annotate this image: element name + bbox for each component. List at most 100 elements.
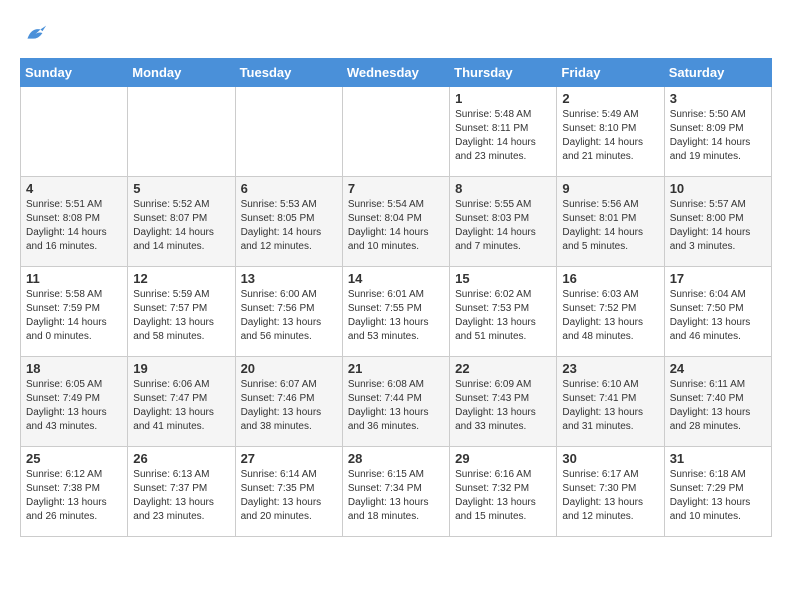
calendar-cell: 17Sunrise: 6:04 AM Sunset: 7:50 PM Dayli…: [664, 267, 771, 357]
day-number: 25: [26, 451, 122, 466]
weekday-header-monday: Monday: [128, 59, 235, 87]
day-number: 27: [241, 451, 337, 466]
calendar-cell: 3 Sunrise: 5:50 AM Sunset: 8:09 PM Daylig…: [664, 87, 771, 177]
calendar-cell: 30 Sunrise: 6:17 AM Sunset: 7:30 PM Dayli…: [557, 447, 664, 537]
calendar-cell: 4 Sunrise: 5:51 AM Sunset: 8:08 PM Daylig…: [21, 177, 128, 267]
calendar-cell: 19 Sunrise: 6:06 AM Sunset: 7:47 PM Dayli…: [128, 357, 235, 447]
day-number: 9: [562, 181, 658, 196]
calendar-cell: 1 Sunrise: 5:48 AM Sunset: 8:11 PM Daylig…: [450, 87, 557, 177]
day-info: Sunrise: 6:07 AM Sunset: 7:46 PM Dayligh…: [241, 378, 337, 434]
day-info: Sunrise: 5:59 AM Sunset: 7:57 PM Dayligh…: [133, 288, 229, 344]
day-number: 19: [133, 361, 229, 376]
day-info: Sunrise: 5:51 AM Sunset: 8:08 PM Dayligh…: [26, 198, 122, 254]
calendar-cell: 26 Sunrise: 6:13 AM Sunset: 7:37 PM Dayli…: [128, 447, 235, 537]
day-number: 11: [26, 271, 122, 286]
day-info: Sunrise: 5:48 AM Sunset: 8:11 PM Dayligh…: [455, 108, 551, 164]
day-info: Sunrise: 6:18 AM Sunset: 7:29 PM Dayligh…: [670, 468, 766, 524]
day-number: 1: [455, 91, 551, 106]
calendar-week-5: 25 Sunrise: 6:12 AM Sunset: 7:38 PM Dayli…: [21, 447, 772, 537]
calendar-cell: 20 Sunrise: 6:07 AM Sunset: 7:46 PM Dayli…: [235, 357, 342, 447]
calendar-cell: 28 Sunrise: 6:15 AM Sunset: 7:34 PM Dayli…: [342, 447, 449, 537]
day-number: 17: [670, 271, 766, 286]
calendar-week-3: 11Sunrise: 5:58 AM Sunset: 7:59 PM Dayli…: [21, 267, 772, 357]
day-info: Sunrise: 5:52 AM Sunset: 8:07 PM Dayligh…: [133, 198, 229, 254]
page-header: [20, 20, 772, 48]
day-info: Sunrise: 6:10 AM Sunset: 7:41 PM Dayligh…: [562, 378, 658, 434]
day-number: 31: [670, 451, 766, 466]
logo: [20, 20, 52, 48]
day-info: Sunrise: 6:09 AM Sunset: 7:43 PM Dayligh…: [455, 378, 551, 434]
day-number: 29: [455, 451, 551, 466]
day-number: 13: [241, 271, 337, 286]
day-info: Sunrise: 5:57 AM Sunset: 8:00 PM Dayligh…: [670, 198, 766, 254]
logo-icon: [20, 20, 48, 48]
day-number: 26: [133, 451, 229, 466]
day-number: 20: [241, 361, 337, 376]
calendar-week-2: 4 Sunrise: 5:51 AM Sunset: 8:08 PM Daylig…: [21, 177, 772, 267]
calendar-cell: 7Sunrise: 5:54 AM Sunset: 8:04 PM Daylig…: [342, 177, 449, 267]
calendar-cell: 25 Sunrise: 6:12 AM Sunset: 7:38 PM Dayli…: [21, 447, 128, 537]
day-info: Sunrise: 6:12 AM Sunset: 7:38 PM Dayligh…: [26, 468, 122, 524]
day-number: 16: [562, 271, 658, 286]
day-info: Sunrise: 6:03 AM Sunset: 7:52 PM Dayligh…: [562, 288, 658, 344]
day-number: 15: [455, 271, 551, 286]
day-number: 7: [348, 181, 444, 196]
calendar-cell: 23 Sunrise: 6:10 AM Sunset: 7:41 PM Dayli…: [557, 357, 664, 447]
calendar-cell: 14 Sunrise: 6:01 AM Sunset: 7:55 PM Dayli…: [342, 267, 449, 357]
day-number: 5: [133, 181, 229, 196]
day-number: 22: [455, 361, 551, 376]
calendar-cell: 18 Sunrise: 6:05 AM Sunset: 7:49 PM Dayli…: [21, 357, 128, 447]
day-info: Sunrise: 6:06 AM Sunset: 7:47 PM Dayligh…: [133, 378, 229, 434]
calendar-week-4: 18 Sunrise: 6:05 AM Sunset: 7:49 PM Dayli…: [21, 357, 772, 447]
day-number: 30: [562, 451, 658, 466]
day-info: Sunrise: 6:16 AM Sunset: 7:32 PM Dayligh…: [455, 468, 551, 524]
weekday-header-friday: Friday: [557, 59, 664, 87]
weekday-header-wednesday: Wednesday: [342, 59, 449, 87]
calendar-table: SundayMondayTuesdayWednesdayThursdayFrid…: [20, 58, 772, 537]
day-info: Sunrise: 5:50 AM Sunset: 8:09 PM Dayligh…: [670, 108, 766, 164]
day-info: Sunrise: 6:14 AM Sunset: 7:35 PM Dayligh…: [241, 468, 337, 524]
day-info: Sunrise: 6:15 AM Sunset: 7:34 PM Dayligh…: [348, 468, 444, 524]
day-info: Sunrise: 6:11 AM Sunset: 7:40 PM Dayligh…: [670, 378, 766, 434]
day-info: Sunrise: 6:13 AM Sunset: 7:37 PM Dayligh…: [133, 468, 229, 524]
day-info: Sunrise: 5:53 AM Sunset: 8:05 PM Dayligh…: [241, 198, 337, 254]
weekday-header-saturday: Saturday: [664, 59, 771, 87]
day-number: 18: [26, 361, 122, 376]
day-number: 14: [348, 271, 444, 286]
weekday-header-tuesday: Tuesday: [235, 59, 342, 87]
day-number: 12: [133, 271, 229, 286]
calendar-cell: [235, 87, 342, 177]
day-info: Sunrise: 6:08 AM Sunset: 7:44 PM Dayligh…: [348, 378, 444, 434]
day-info: Sunrise: 6:01 AM Sunset: 7:55 PM Dayligh…: [348, 288, 444, 344]
calendar-cell: 27 Sunrise: 6:14 AM Sunset: 7:35 PM Dayli…: [235, 447, 342, 537]
calendar-cell: [342, 87, 449, 177]
day-number: 2: [562, 91, 658, 106]
day-info: Sunrise: 6:05 AM Sunset: 7:49 PM Dayligh…: [26, 378, 122, 434]
calendar-cell: 22 Sunrise: 6:09 AM Sunset: 7:43 PM Dayli…: [450, 357, 557, 447]
calendar-cell: 31 Sunrise: 6:18 AM Sunset: 7:29 PM Dayli…: [664, 447, 771, 537]
calendar-cell: 12 Sunrise: 5:59 AM Sunset: 7:57 PM Dayli…: [128, 267, 235, 357]
day-number: 8: [455, 181, 551, 196]
day-number: 24: [670, 361, 766, 376]
day-info: Sunrise: 5:49 AM Sunset: 8:10 PM Dayligh…: [562, 108, 658, 164]
calendar-cell: 29 Sunrise: 6:16 AM Sunset: 7:32 PM Dayli…: [450, 447, 557, 537]
day-number: 28: [348, 451, 444, 466]
calendar-cell: 11Sunrise: 5:58 AM Sunset: 7:59 PM Dayli…: [21, 267, 128, 357]
calendar-cell: 13Sunrise: 6:00 AM Sunset: 7:56 PM Dayli…: [235, 267, 342, 357]
day-number: 23: [562, 361, 658, 376]
day-info: Sunrise: 5:56 AM Sunset: 8:01 PM Dayligh…: [562, 198, 658, 254]
day-info: Sunrise: 6:17 AM Sunset: 7:30 PM Dayligh…: [562, 468, 658, 524]
calendar-cell: 9 Sunrise: 5:56 AM Sunset: 8:01 PM Daylig…: [557, 177, 664, 267]
calendar-cell: 24 Sunrise: 6:11 AM Sunset: 7:40 PM Dayli…: [664, 357, 771, 447]
day-number: 4: [26, 181, 122, 196]
weekday-header-thursday: Thursday: [450, 59, 557, 87]
calendar-cell: 21 Sunrise: 6:08 AM Sunset: 7:44 PM Dayli…: [342, 357, 449, 447]
day-number: 21: [348, 361, 444, 376]
calendar-cell: 15 Sunrise: 6:02 AM Sunset: 7:53 PM Dayli…: [450, 267, 557, 357]
calendar-cell: 8Sunrise: 5:55 AM Sunset: 8:03 PM Daylig…: [450, 177, 557, 267]
calendar-cell: 2 Sunrise: 5:49 AM Sunset: 8:10 PM Daylig…: [557, 87, 664, 177]
weekday-header-sunday: Sunday: [21, 59, 128, 87]
day-number: 3: [670, 91, 766, 106]
day-info: Sunrise: 6:02 AM Sunset: 7:53 PM Dayligh…: [455, 288, 551, 344]
day-number: 6: [241, 181, 337, 196]
